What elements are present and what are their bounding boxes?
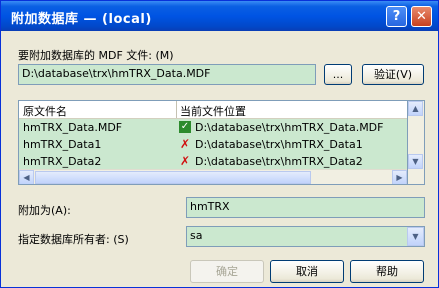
ok-button[interactable]: 确定: [190, 260, 264, 283]
check-icon: ✓: [179, 121, 191, 133]
attach-as-label: 附加为(A):: [18, 204, 71, 217]
browse-button[interactable]: ...: [324, 64, 352, 85]
table-row[interactable]: hmTRX_Data.MDF ✓ D:\database\trx\hmTRX_D…: [19, 119, 407, 136]
owner-select[interactable]: sa ▼: [186, 226, 425, 247]
attach-as-input[interactable]: hmTRX: [186, 197, 425, 218]
mdf-file-label: 要附加数据库的 MDF 文件: (M): [18, 49, 174, 62]
owner-select-value: sa: [190, 229, 203, 242]
help-button[interactable]: 帮助: [350, 260, 424, 283]
header-current-location[interactable]: 当前文件位置: [180, 103, 246, 119]
horizontal-scrollbar[interactable]: ◀ ▶: [19, 169, 407, 184]
mdf-file-input[interactable]: D:\database\trx\hmTRX_Data.MDF: [18, 64, 316, 85]
attach-database-dialog: 附加数据库 — (local) ? ✕ 要附加数据库的 MDF 文件: (M) …: [0, 0, 439, 288]
cancel-button[interactable]: 取消: [270, 260, 344, 283]
row-file-name: hmTRX_Data.MDF: [23, 121, 123, 134]
row-file-path: D:\database\trx\hmTRX_Data2: [195, 155, 363, 168]
file-grid[interactable]: 原文件名 当前文件位置 hmTRX_Data.MDF ✓ D:\database…: [18, 100, 408, 185]
x-icon: ✗: [179, 154, 191, 168]
scroll-up-icon[interactable]: ▲: [408, 101, 423, 116]
owner-label: 指定数据库所有者: (S): [18, 233, 129, 246]
header-original-name[interactable]: 原文件名: [23, 103, 67, 119]
grid-header: 原文件名 当前文件位置: [19, 101, 407, 119]
scroll-right-icon[interactable]: ▶: [392, 170, 407, 184]
header-divider[interactable]: [176, 101, 177, 118]
help-title-button[interactable]: ?: [386, 6, 407, 27]
row-file-path: D:\database\trx\hmTRX_Data1: [195, 138, 363, 151]
chevron-down-icon[interactable]: ▼: [407, 227, 424, 246]
verify-button[interactable]: 验证(V): [362, 64, 424, 85]
scroll-down-icon[interactable]: ▼: [408, 154, 423, 169]
row-file-name: hmTRX_Data2: [23, 155, 102, 168]
close-button[interactable]: ✕: [411, 6, 432, 27]
horizontal-scroll-thumb[interactable]: [35, 171, 311, 184]
title-bar[interactable]: 附加数据库 — (local) ? ✕: [1, 1, 438, 31]
row-file-name: hmTRX_Data1: [23, 138, 102, 151]
scroll-left-icon[interactable]: ◀: [19, 170, 34, 184]
table-row[interactable]: hmTRX_Data2 ✗ D:\database\trx\hmTRX_Data…: [19, 153, 407, 170]
row-file-path: D:\database\trx\hmTRX_Data.MDF: [195, 121, 384, 134]
vertical-scrollbar[interactable]: ▲ ▼: [408, 100, 425, 185]
x-icon: ✗: [179, 137, 191, 151]
dialog-title: 附加数据库 — (local): [11, 12, 152, 27]
table-row[interactable]: hmTRX_Data1 ✗ D:\database\trx\hmTRX_Data…: [19, 136, 407, 153]
